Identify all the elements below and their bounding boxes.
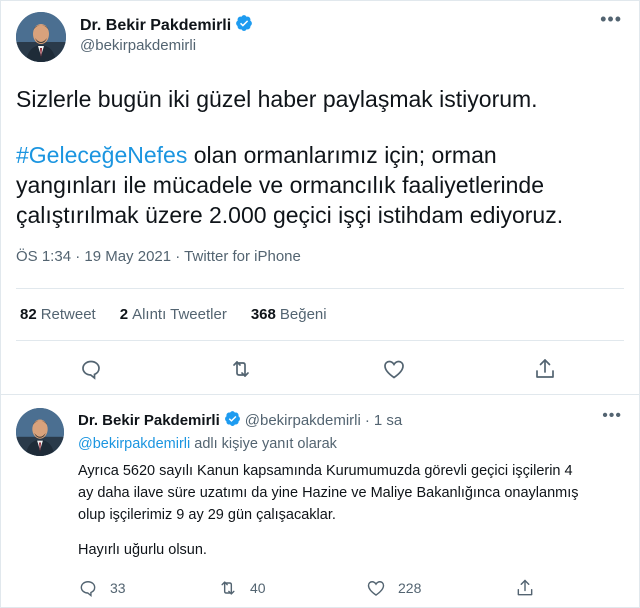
tweet-timestamp[interactable]: ÖS 1:34 · 19 May 2021 · Twitter for iPho… [16, 248, 301, 265]
likes-stat[interactable]: 368 Beğeni [251, 306, 327, 323]
tweet-text-fragment: olan ormanlarımız için; orman [187, 142, 497, 168]
tweet-text-line: yangınları ile mücadele ve ormancılık fa… [16, 172, 544, 198]
retweet-icon [221, 581, 235, 595]
quotes-stat[interactable]: 2 Alıntı Tweetler [120, 306, 227, 323]
likes-label: Beğeni [279, 306, 327, 323]
separator: · [364, 412, 370, 429]
verified-badge-icon [235, 14, 253, 37]
divider [0, 394, 640, 395]
author-handle[interactable]: @bekirpakdemirli [80, 37, 196, 54]
tweet-text: Sizlerle bugün iki güzel haber paylaşmak… [16, 84, 626, 230]
likes-count: 368 [250, 306, 276, 323]
quotes-label: Alıntı Tweetler [132, 306, 227, 323]
like-count: 228 [398, 580, 422, 596]
share-button[interactable] [515, 578, 547, 598]
reply-icon [80, 581, 96, 597]
reply-avatar[interactable] [16, 408, 64, 456]
replying-to: @bekirpakdemirli adlı kişiye yanıt olara… [78, 436, 337, 452]
like-button[interactable]: 228 [366, 578, 421, 598]
verified-badge-icon [224, 410, 241, 431]
more-options-icon[interactable]: ••• [600, 10, 622, 28]
reply-author-name[interactable]: Dr. Bekir Pakdemirli [78, 412, 220, 429]
divider [16, 340, 624, 341]
share-icon[interactable] [533, 357, 557, 381]
quotes-count: 2 [119, 306, 129, 323]
retweet-icon[interactable] [229, 357, 253, 381]
reply-actions: 33 40 228 [78, 578, 618, 600]
author-name[interactable]: Dr. Bekir Pakdemirli [80, 17, 231, 35]
retweets-stat[interactable]: 82 Retweet [20, 306, 96, 323]
tweet-actions [0, 352, 640, 386]
divider [16, 288, 624, 289]
reply-text-line: olup işçilerimiz 9 ay 29 gün çalışacakla… [78, 507, 336, 523]
reply-time[interactable]: 1 sa [374, 412, 402, 429]
tweet-text-line: çalıştırılmak üzere 2.000 geçici işçi is… [16, 202, 564, 228]
reply-count: 33 [110, 580, 126, 596]
retweets-count: 82 [20, 306, 37, 323]
like-icon [367, 581, 385, 596]
reply-header: Dr. Bekir Pakdemirli @bekirpakdemirli · … [78, 410, 402, 431]
replying-to-label: adlı kişiye yanıt olarak [190, 436, 337, 452]
retweet-button[interactable]: 40 [218, 578, 266, 598]
reply-author-handle[interactable]: @bekirpakdemirli [245, 412, 361, 429]
tweet-stats: 82 Retweet 2 Alıntı Tweetler 368 Beğeni [20, 306, 351, 323]
hashtag-link[interactable]: #GeleceğeNefes [16, 142, 187, 168]
reply-icon[interactable] [79, 357, 103, 381]
reply-button[interactable]: 33 [78, 578, 126, 598]
avatar[interactable] [16, 12, 66, 62]
mention-link[interactable]: @bekirpakdemirli [78, 436, 190, 452]
tweet-text-line: #GeleceğeNefes olan ormanlarımız için; o… [16, 140, 626, 170]
reply-text-line: ay daha ilave süre uzatımı da yine Hazin… [78, 485, 579, 501]
tweet-text-line: Sizlerle bugün iki güzel haber paylaşmak… [16, 86, 538, 112]
reply-text: Ayrıca 5620 sayılı Kanun kapsamında Kuru… [78, 460, 626, 526]
reply-text-line: Ayrıca 5620 sayılı Kanun kapsamında Kuru… [78, 463, 573, 479]
retweets-label: Retweet [40, 306, 96, 323]
retweet-count: 40 [250, 580, 266, 596]
like-icon[interactable] [382, 357, 406, 381]
more-options-icon[interactable]: ••• [602, 408, 622, 424]
share-icon [517, 579, 533, 596]
author-name-row[interactable]: Dr. Bekir Pakdemirli [80, 14, 253, 37]
reply-closing-text: Hayırlı uğurlu olsun. [78, 542, 207, 558]
